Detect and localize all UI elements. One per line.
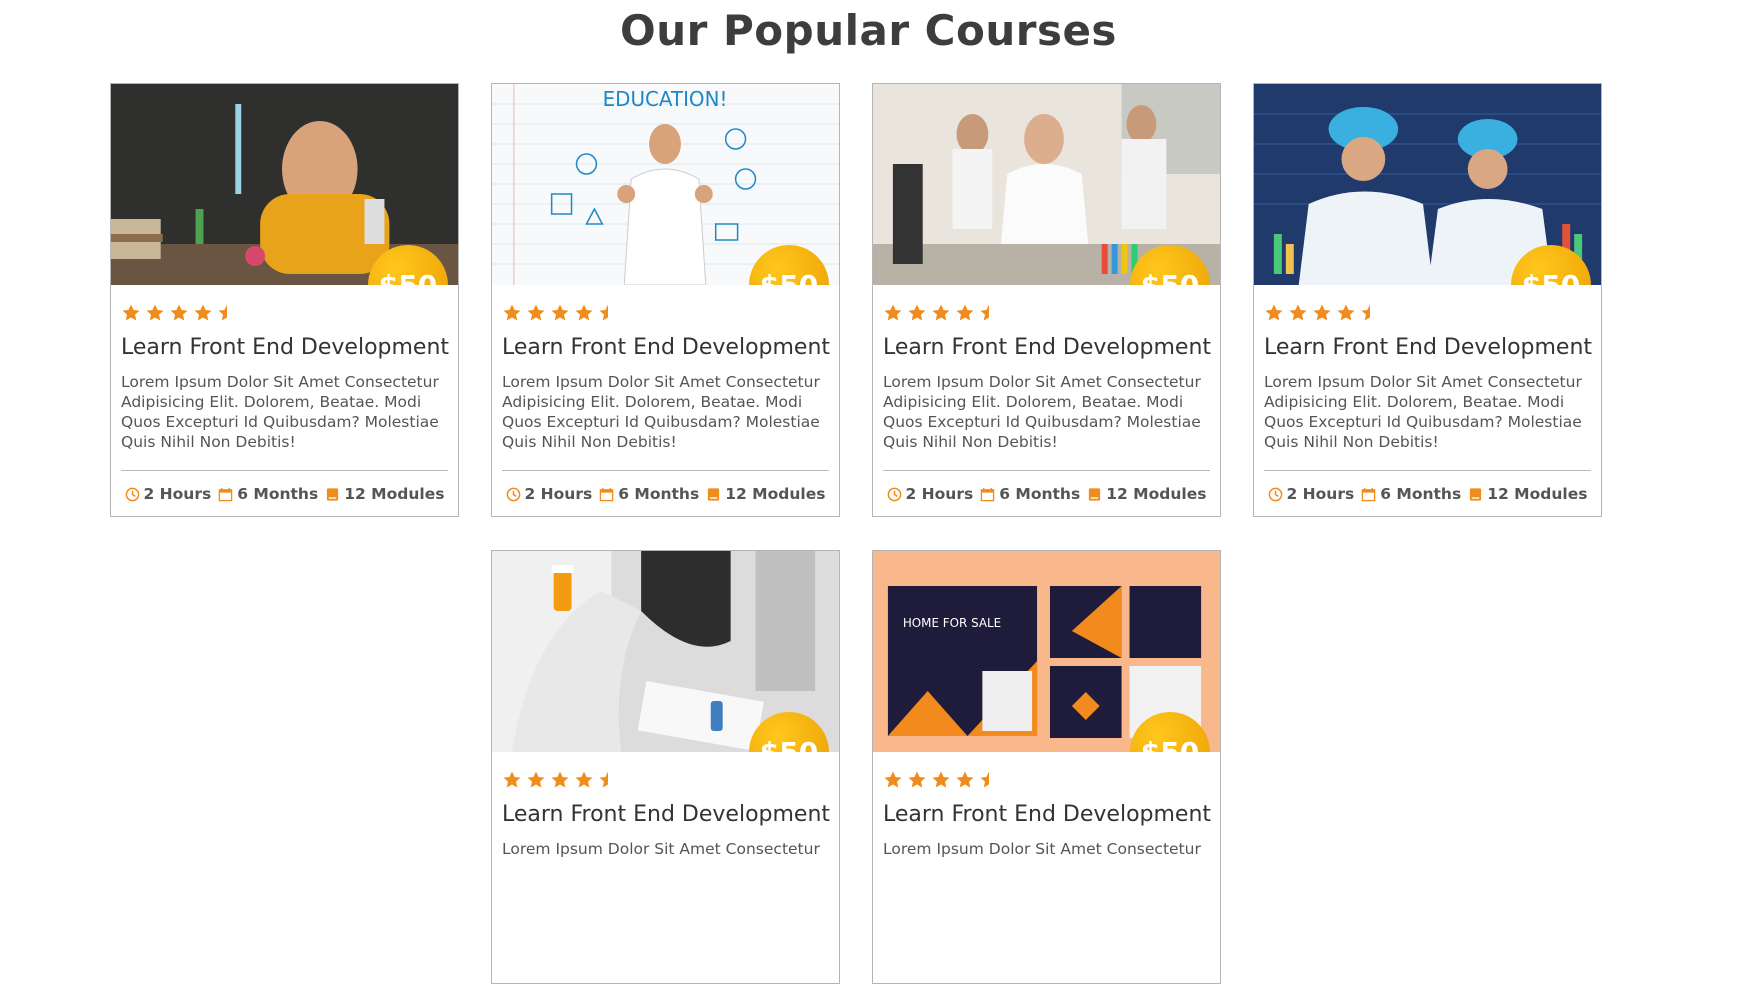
rating-stars xyxy=(502,303,829,323)
star-icon xyxy=(503,304,521,321)
divider xyxy=(1264,470,1591,471)
duration-hours: 2 Hours xyxy=(1286,485,1355,503)
star-icon xyxy=(1289,304,1307,321)
star-icon xyxy=(908,304,926,321)
rating-stars xyxy=(883,303,1210,323)
duration-hours: 2 Hours xyxy=(905,485,974,503)
duration-months: 6 Months xyxy=(237,485,319,503)
course-card[interactable]: $50 Learn Front End Development Lorem Ip… xyxy=(110,83,459,517)
course-card[interactable]: $50 Learn Front End Development Lorem Ip… xyxy=(872,83,1221,517)
calendar-icon xyxy=(218,487,233,501)
calendar-icon xyxy=(980,487,995,501)
course-meta: 2 Hours 6 Months 12 Modules xyxy=(1264,485,1591,503)
star-icon xyxy=(527,771,545,788)
course-image[interactable]: $50 xyxy=(873,84,1220,285)
course-meta: 2 Hours 6 Months 12 Modules xyxy=(883,485,1210,503)
star-icon xyxy=(884,771,902,788)
clock-icon xyxy=(1268,487,1282,501)
star-icon xyxy=(122,304,140,321)
duration-months: 6 Months xyxy=(999,485,1081,503)
module-count: 12 Modules xyxy=(1487,485,1588,503)
divider xyxy=(883,470,1210,471)
duration-hours: 2 Hours xyxy=(143,485,212,503)
star-icon xyxy=(884,304,902,321)
duration-hours: 2 Hours xyxy=(524,485,593,503)
star-half-icon xyxy=(599,304,608,321)
book-icon xyxy=(1089,487,1101,501)
star-icon xyxy=(908,771,926,788)
course-title[interactable]: Learn Front End Development xyxy=(1264,335,1592,360)
doodle-heading: EDUCATION! xyxy=(603,87,728,111)
course-description: Lorem Ipsum Dolor Sit Amet Consectetur A… xyxy=(883,373,1201,451)
template-headline: HOME FOR SALE xyxy=(903,616,1001,630)
course-card[interactable]: EDUCATION! $50 Learn Front End Developme… xyxy=(491,83,840,517)
star-icon xyxy=(551,304,569,321)
course-image[interactable]: $50 xyxy=(1254,84,1601,285)
star-icon xyxy=(932,304,950,321)
course-description: Lorem Ipsum Dolor Sit Amet Consectetur A… xyxy=(121,373,439,451)
module-count: 12 Modules xyxy=(1106,485,1207,503)
course-card[interactable]: $50 Learn Front End Development Lorem Ip… xyxy=(1253,83,1602,517)
star-icon xyxy=(527,304,545,321)
course-image[interactable]: HOME FOR SALE $50 xyxy=(873,551,1220,752)
star-icon xyxy=(170,304,188,321)
star-icon xyxy=(503,771,521,788)
star-half-icon xyxy=(980,304,989,321)
star-icon xyxy=(575,771,593,788)
star-icon xyxy=(1337,304,1355,321)
course-title[interactable]: Learn Front End Development xyxy=(502,802,830,827)
calendar-icon xyxy=(1361,487,1376,501)
course-meta: 2 Hours 6 Months 12 Modules xyxy=(121,485,448,503)
course-description: Lorem Ipsum Dolor Sit Amet Consectetur A… xyxy=(1264,373,1582,451)
calendar-icon xyxy=(599,487,614,501)
course-title[interactable]: Learn Front End Development xyxy=(883,335,1211,360)
course-image[interactable]: EDUCATION! $50 xyxy=(492,84,839,285)
rating-stars xyxy=(883,770,1210,790)
course-meta: 2 Hours 6 Months 12 Modules xyxy=(502,485,829,503)
rating-stars xyxy=(1264,303,1591,323)
book-icon xyxy=(1470,487,1482,501)
star-icon xyxy=(575,304,593,321)
course-description: Lorem Ipsum Dolor Sit Amet Consectetur A… xyxy=(502,373,820,451)
course-grid: $50 Learn Front End Development Lorem Ip… xyxy=(0,0,1737,984)
star-icon xyxy=(1265,304,1283,321)
module-count: 12 Modules xyxy=(344,485,445,503)
book-icon xyxy=(327,487,339,501)
star-icon xyxy=(1313,304,1331,321)
course-card[interactable]: $50 Learn Front End Development Lorem Ip… xyxy=(491,550,840,984)
star-icon xyxy=(956,304,974,321)
star-half-icon xyxy=(1361,304,1370,321)
star-icon xyxy=(146,304,164,321)
course-title[interactable]: Learn Front End Development xyxy=(502,335,830,360)
course-title[interactable]: Learn Front End Development xyxy=(121,335,449,360)
duration-months: 6 Months xyxy=(1380,485,1462,503)
star-icon xyxy=(194,304,212,321)
course-description: Lorem Ipsum Dolor Sit Amet Consectetur xyxy=(883,840,1201,858)
module-count: 12 Modules xyxy=(725,485,826,503)
course-image[interactable]: $50 xyxy=(111,84,458,285)
star-icon xyxy=(551,771,569,788)
star-half-icon xyxy=(980,771,989,788)
clock-icon xyxy=(125,487,139,501)
course-description: Lorem Ipsum Dolor Sit Amet Consectetur xyxy=(502,840,820,858)
divider xyxy=(502,470,829,471)
clock-icon xyxy=(887,487,901,501)
book-icon xyxy=(708,487,720,501)
course-image[interactable]: $50 xyxy=(492,551,839,752)
star-half-icon xyxy=(218,304,227,321)
duration-months: 6 Months xyxy=(618,485,700,503)
clock-icon xyxy=(506,487,520,501)
star-half-icon xyxy=(599,771,608,788)
course-title[interactable]: Learn Front End Development xyxy=(883,802,1211,827)
rating-stars xyxy=(502,770,829,790)
divider xyxy=(121,470,448,471)
star-icon xyxy=(956,771,974,788)
star-icon xyxy=(932,771,950,788)
course-card[interactable]: HOME FOR SALE $50 Learn Front End Develo… xyxy=(872,550,1221,984)
rating-stars xyxy=(121,303,448,323)
